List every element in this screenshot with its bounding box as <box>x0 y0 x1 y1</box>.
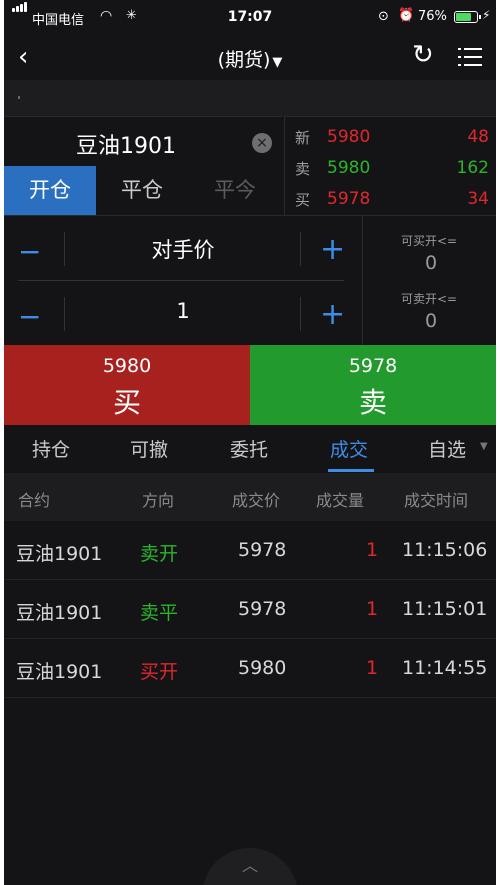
tab-watchlist[interactable]: 自选 <box>428 435 466 462</box>
info-bar <box>4 80 496 116</box>
buy-price: 5980 <box>102 355 152 377</box>
trades-table-header: 合约 方向 成交价 成交量 成交时间 <box>4 473 496 521</box>
quote-row-last: 新 5980 48 <box>285 120 496 151</box>
quote-label: 买 <box>295 191 311 209</box>
qty-minus-button[interactable]: − <box>18 300 41 333</box>
trade-contract: 豆油1901 <box>16 661 103 683</box>
contract-name: 豆油1901 <box>76 134 176 159</box>
quote-label: 新 <box>295 129 311 147</box>
can-buy-value: 0 <box>425 252 438 274</box>
quote-panel: 新 5980 48 卖 5980 162 买 5978 34 <box>284 116 496 215</box>
sell-button[interactable]: 5978 卖 <box>250 345 496 425</box>
trade-qty: 1 <box>366 598 379 620</box>
tab-close-today[interactable]: 平今 <box>188 166 282 215</box>
trade-price: 5978 <box>238 539 287 561</box>
menu-icon[interactable] <box>458 48 482 68</box>
quote-label: 卖 <box>295 160 311 178</box>
charging-icon: ⚡ <box>482 8 491 22</box>
can-sell-label: 可卖开<= <box>401 292 458 306</box>
tab-trades[interactable]: 成交 <box>330 435 368 462</box>
rotation-lock-icon: ⊙ <box>378 9 389 24</box>
chevron-down-icon: ▼ <box>272 55 283 70</box>
status-bar: 中国电信 ◠ ✳ 17:07 ⊙ ⏰ 76% ⚡ <box>4 0 496 36</box>
tab-orders[interactable]: 委托 <box>230 435 268 462</box>
order-form: − 对手价 + − 1 + 可买开<= 0 可卖开<= 0 <box>4 215 496 346</box>
quote-volume: 162 <box>456 158 489 178</box>
available-panel: 可买开<= 0 可卖开<= 0 <box>362 216 496 346</box>
order-type-tabs: 开仓 平仓 平今 <box>4 166 282 215</box>
battery-icon <box>454 11 481 23</box>
quantity-stepper: − 1 + <box>4 281 358 346</box>
quote-volume: 34 <box>467 189 489 209</box>
trade-direction: 卖开 <box>140 543 179 565</box>
table-row[interactable]: 豆油1901 卖平 5978 1 11:15:01 <box>4 580 496 639</box>
trade-time: 11:14:55 <box>402 657 488 679</box>
trade-qty: 1 <box>366 539 379 561</box>
alarm-icon: ⏰ <box>398 8 415 23</box>
tab-cancellable[interactable]: 可撤 <box>130 435 168 462</box>
price-plus-button[interactable]: + <box>320 232 345 267</box>
nav-bar: ‹ (期货) ▼ ↻ <box>4 36 496 80</box>
quote-price: 5980 <box>327 127 371 147</box>
quote-price: 5978 <box>327 189 371 209</box>
col-time: 成交时间 <box>404 491 469 510</box>
sell-label: 卖 <box>358 386 387 419</box>
refresh-icon[interactable]: ↻ <box>412 40 434 70</box>
quote-row-ask: 卖 5980 162 <box>285 151 496 182</box>
pull-up-handle[interactable]: ︿ <box>202 848 298 885</box>
can-sell-value: 0 <box>425 310 438 332</box>
trading-screen: 中国电信 ◠ ✳ 17:07 ⊙ ⏰ 76% ⚡ ‹ (期货) ▼ ↻ 豆油190… <box>4 0 496 885</box>
price-minus-button[interactable]: − <box>18 235 41 268</box>
quote-volume: 48 <box>467 127 489 147</box>
quote-price: 5980 <box>327 158 371 178</box>
trade-qty: 1 <box>366 657 379 679</box>
price-stepper: − 对手价 + <box>4 216 358 281</box>
can-buy-label: 可买开<= <box>401 234 458 248</box>
col-contract: 合约 <box>18 491 51 510</box>
trade-time: 11:15:06 <box>402 539 488 561</box>
tab-open[interactable]: 开仓 <box>4 166 96 215</box>
tab-close[interactable]: 平仓 <box>96 166 188 215</box>
table-row[interactable]: 豆油1901 买开 5980 1 11:14:55 <box>4 639 496 698</box>
trade-direction: 卖平 <box>140 602 179 624</box>
table-row[interactable]: 豆油1901 卖开 5978 1 11:15:06 <box>4 521 496 580</box>
quantity-field[interactable]: 1 <box>66 299 300 323</box>
col-direction: 方向 <box>142 491 175 510</box>
col-qty: 成交量 <box>316 491 365 510</box>
record-tabs: 持仓 可撤 委托 成交 自选 ▼ <box>4 425 496 473</box>
chevron-up-icon: ︿ <box>241 856 258 875</box>
active-tab-indicator <box>328 469 374 472</box>
trade-direction: 买开 <box>140 661 179 683</box>
battery-percent: 76% <box>418 9 447 24</box>
page-title: (期货) <box>217 49 271 71</box>
sell-price: 5978 <box>348 355 398 377</box>
contract-field[interactable]: 豆油1901 × <box>4 116 282 166</box>
trade-price: 5980 <box>238 657 287 679</box>
chevron-down-icon[interactable]: ▼ <box>480 441 488 452</box>
buy-label: 买 <box>112 386 141 419</box>
qty-plus-button[interactable]: + <box>320 297 345 332</box>
trade-contract: 豆油1901 <box>16 602 103 624</box>
buy-button[interactable]: 5980 买 <box>4 345 250 425</box>
trade-contract: 豆油1901 <box>16 543 103 565</box>
tab-positions[interactable]: 持仓 <box>32 435 70 462</box>
quote-row-bid: 买 5978 34 <box>285 182 496 213</box>
col-price: 成交价 <box>232 491 281 510</box>
clear-icon[interactable]: × <box>252 133 272 153</box>
price-type-field[interactable]: 对手价 <box>66 234 300 264</box>
trade-price: 5978 <box>238 598 287 620</box>
trade-time: 11:15:01 <box>402 598 488 620</box>
